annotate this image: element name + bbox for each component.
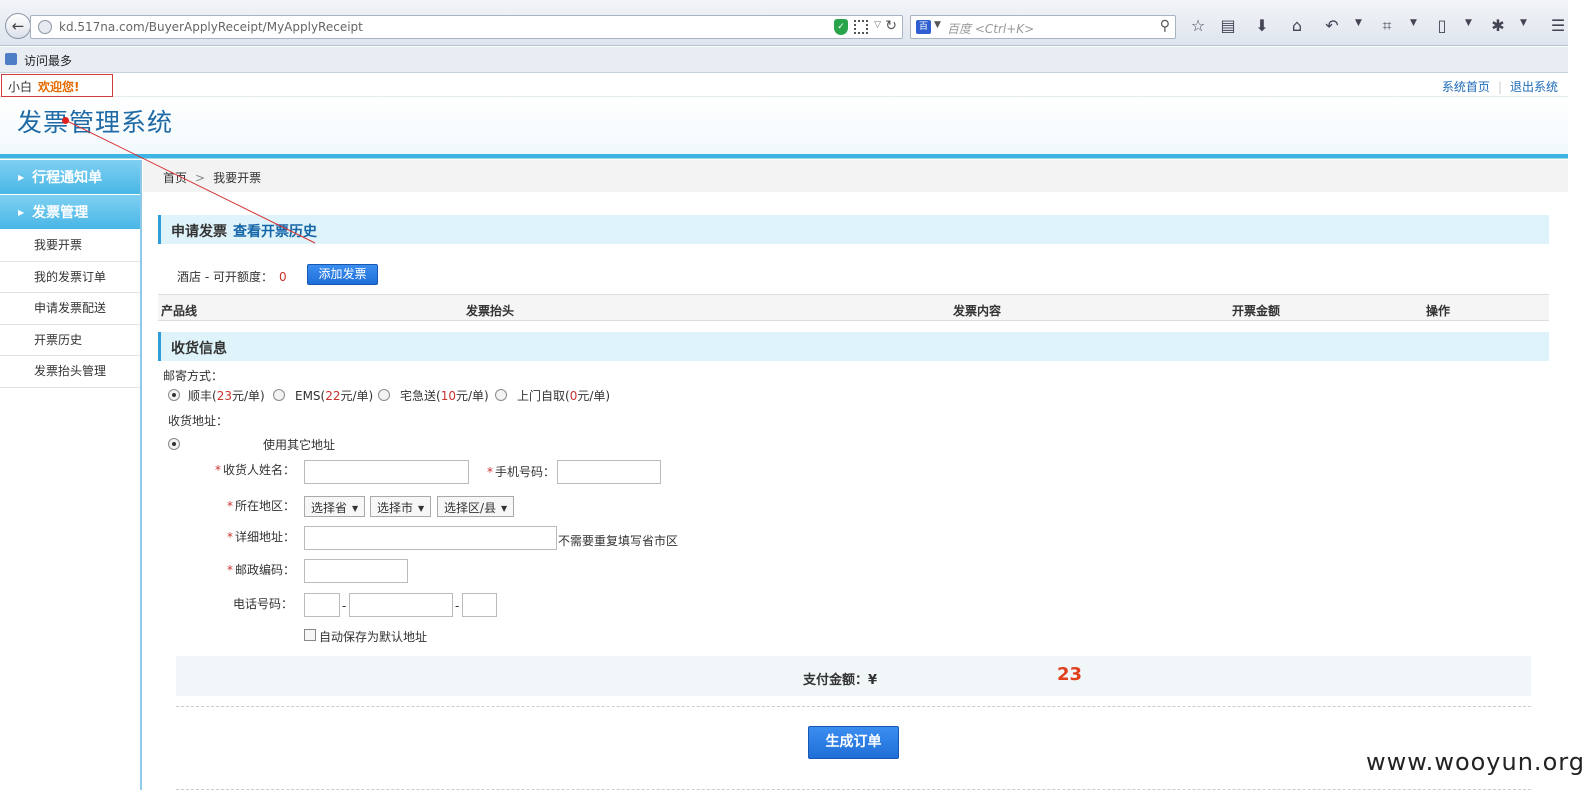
address-label: 收货地址： bbox=[168, 414, 229, 428]
telephone-label: 电话号码： bbox=[233, 597, 294, 611]
save-default-label: 自动保存为默认地址 bbox=[319, 630, 428, 644]
province-select[interactable]: 选择省 ▼ bbox=[304, 496, 366, 517]
chevron-down-icon: ▼ bbox=[418, 504, 425, 513]
column-invoice-content: 发票内容 bbox=[953, 304, 1002, 318]
mobile-input[interactable] bbox=[557, 460, 661, 484]
system-home-link[interactable]: 系统首页 bbox=[1442, 80, 1490, 94]
search-engine-icon[interactable]: 百 bbox=[916, 20, 931, 34]
other-address-label: 使用其它地址 bbox=[263, 438, 336, 452]
download-icon[interactable]: ⬇ bbox=[1252, 16, 1272, 36]
city-select[interactable]: 选择市 ▼ bbox=[370, 496, 432, 517]
radio-sf[interactable] bbox=[168, 389, 180, 401]
search-placeholder: 百度 <Ctrl+K> bbox=[947, 22, 1035, 36]
home-icon[interactable]: ⌂ bbox=[1287, 16, 1307, 36]
qr-code-icon[interactable] bbox=[854, 20, 868, 34]
search-bar[interactable]: 百 ▼ 百度 <Ctrl+K> ⚲ bbox=[910, 15, 1176, 39]
breadcrumb: 首页 > 我要开票 bbox=[143, 160, 1568, 192]
quota-info: 酒店 - 可开额度： 0 bbox=[177, 268, 287, 285]
method-ems: EMS(22元/单) bbox=[295, 389, 374, 403]
tel-area-input[interactable] bbox=[304, 593, 340, 617]
quota-value: 0 bbox=[278, 270, 287, 284]
search-icon[interactable]: ⚲ bbox=[1160, 18, 1170, 34]
logout-link[interactable]: 退出系统 bbox=[1510, 80, 1558, 94]
shield-icon[interactable]: ✓ bbox=[834, 19, 848, 35]
sidebar: ▶ 行程通知单 ▶ 发票管理 我要开票 我的发票订单 申请发票配送 开票历史 发票抬… bbox=[0, 160, 142, 790]
tel-ext-input[interactable] bbox=[462, 593, 497, 617]
radio-other-address[interactable] bbox=[168, 438, 180, 450]
top-links: 系统首页 | 退出系统 bbox=[1441, 80, 1558, 94]
region-label: * 所在地区： bbox=[227, 499, 296, 513]
sidebar-item-history[interactable]: 开票历史 bbox=[0, 325, 140, 356]
detail-address-label: * 详细地址： bbox=[227, 530, 296, 544]
sidebar-item-my-orders[interactable]: 我的发票订单 bbox=[0, 262, 140, 293]
payment-label: 支付金额：¥ bbox=[803, 673, 878, 688]
mobile-label: * 手机号码： bbox=[487, 465, 556, 479]
addon-dropdown-icon[interactable]: ▼ bbox=[1520, 18, 1527, 28]
detail-address-input[interactable] bbox=[304, 526, 557, 550]
reload-icon[interactable]: ↻ bbox=[885, 18, 897, 34]
create-order-button[interactable]: 生成订单 bbox=[808, 726, 899, 759]
tel-number-input[interactable] bbox=[349, 593, 453, 617]
undo-dropdown-icon[interactable]: ▼ bbox=[1355, 18, 1362, 28]
divider bbox=[176, 789, 1531, 790]
reading-list-icon[interactable]: ▤ bbox=[1218, 16, 1238, 36]
column-amount: 开票金额 bbox=[1232, 304, 1281, 318]
shipping-section-header: 收货信息 bbox=[158, 332, 1549, 361]
star-icon[interactable]: ☆ bbox=[1188, 16, 1208, 36]
radio-zjs[interactable] bbox=[378, 389, 390, 401]
tel-separator: - bbox=[342, 599, 347, 613]
receiver-label: * 收货人姓名： bbox=[215, 463, 296, 477]
receiver-name-input[interactable] bbox=[304, 460, 469, 484]
method-zjs: 宅急送(10元/单) bbox=[400, 389, 489, 403]
radio-pickup[interactable] bbox=[495, 389, 507, 401]
dropdown-arrow-icon[interactable]: ▽ bbox=[874, 20, 881, 30]
annotation-dot bbox=[62, 117, 69, 124]
column-actions: 操作 bbox=[1426, 304, 1451, 318]
radio-ems[interactable] bbox=[273, 389, 285, 401]
apply-section-header: 申请发票 查看开票历史 bbox=[158, 215, 1549, 244]
postcode-input[interactable] bbox=[304, 559, 408, 583]
menu-icon[interactable]: ☰ bbox=[1548, 16, 1568, 36]
chevron-down-icon: ▼ bbox=[501, 504, 508, 513]
column-invoice-title: 发票抬头 bbox=[466, 304, 515, 318]
save-default-checkbox[interactable] bbox=[304, 629, 316, 641]
device-dropdown-icon[interactable]: ▼ bbox=[1465, 18, 1472, 28]
payment-bar: 支付金额：¥ 23 bbox=[176, 656, 1531, 696]
device-icon[interactable]: ▯ bbox=[1432, 16, 1452, 36]
shipping-method-label: 邮寄方式： bbox=[163, 369, 224, 383]
tel-separator: - bbox=[455, 599, 460, 613]
crop-icon[interactable]: ⌗ bbox=[1377, 16, 1397, 36]
annotation-arrow bbox=[64, 119, 316, 244]
shipping-title: 收货信息 bbox=[171, 341, 227, 357]
divider bbox=[176, 706, 1531, 707]
undo-icon[interactable]: ↶ bbox=[1322, 16, 1342, 36]
quota-label: 酒店 - 可开额度： bbox=[177, 270, 273, 284]
crop-dropdown-icon[interactable]: ▼ bbox=[1410, 18, 1417, 28]
detail-address-hint: 不需要重复填写省市区 bbox=[558, 534, 679, 548]
method-pickup: 上门自取(0元/单) bbox=[517, 389, 611, 403]
watermark: www.wooyun.org bbox=[1366, 748, 1585, 776]
engine-dropdown-icon[interactable]: ▼ bbox=[934, 20, 941, 30]
district-select[interactable]: 选择区/县 ▼ bbox=[437, 496, 515, 517]
column-product-line: 产品线 bbox=[161, 304, 198, 318]
add-invoice-button[interactable]: 添加发票 bbox=[307, 264, 378, 285]
sidebar-item-delivery[interactable]: 申请发票配送 bbox=[0, 293, 140, 325]
payment-amount: 23 bbox=[1057, 664, 1083, 685]
chevron-down-icon: ▼ bbox=[352, 504, 359, 513]
addon-icon[interactable]: ✱ bbox=[1488, 16, 1508, 36]
method-sf: 顺丰(23元/单) bbox=[188, 389, 265, 403]
postcode-label: * 邮政编码： bbox=[227, 563, 296, 577]
invoice-table-header: 产品线 发票抬头 发票内容 开票金额 操作 bbox=[158, 294, 1549, 321]
sidebar-item-title-manage[interactable]: 发票抬头管理 bbox=[0, 356, 140, 388]
